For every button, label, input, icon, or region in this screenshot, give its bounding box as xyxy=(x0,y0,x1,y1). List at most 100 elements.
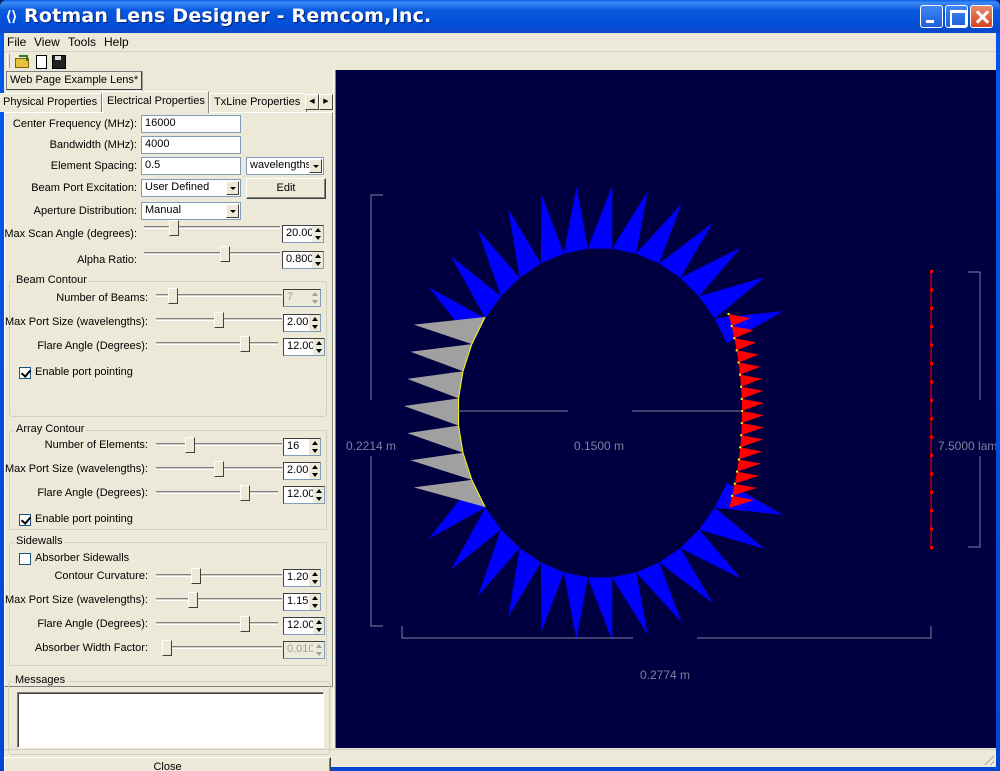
center-frequency-input[interactable]: 16000 xyxy=(141,115,241,133)
close-window-button[interactable] xyxy=(970,5,993,28)
beam-max-port-size-spinner[interactable]: 2.00 xyxy=(283,314,321,332)
sidewall-max-port-size-slider[interactable] xyxy=(156,590,282,610)
sidewall-port xyxy=(540,194,564,264)
width-dimension-right xyxy=(697,626,932,639)
slider-thumb[interactable] xyxy=(214,461,224,477)
slider-thumb[interactable] xyxy=(162,640,172,656)
aperture-element xyxy=(930,288,933,292)
array-port xyxy=(737,459,761,472)
number-of-beams-spinner[interactable]: 7 xyxy=(283,289,321,307)
spin-arrows-icon[interactable] xyxy=(312,226,323,242)
beam-flare-angle-slider[interactable] xyxy=(156,334,278,354)
tab-txline-properties[interactable]: TxLine Properties xyxy=(209,93,307,112)
chevron-down-icon[interactable] xyxy=(226,181,239,195)
beam-flare-angle-spinner[interactable]: 12.00 xyxy=(283,338,325,356)
slider-thumb[interactable] xyxy=(240,485,250,501)
sidewall-max-port-size-spinner[interactable]: 1.15 xyxy=(283,593,321,611)
sidewall-flare-angle-slider[interactable] xyxy=(156,614,278,634)
element-spacing-unit-value: wavelengths xyxy=(250,159,312,171)
spin-arrows-icon[interactable] xyxy=(313,618,324,634)
spin-arrows-icon[interactable] xyxy=(313,339,324,355)
resize-grip[interactable] xyxy=(982,753,994,765)
minimize-button[interactable] xyxy=(920,5,943,28)
array-port-marker xyxy=(739,373,742,376)
slider-thumb[interactable] xyxy=(190,568,201,584)
number-of-beams-slider[interactable] xyxy=(156,286,282,306)
number-of-elements-spinner[interactable]: 16 xyxy=(283,438,321,456)
array-port-marker xyxy=(739,446,742,449)
chevron-down-icon[interactable] xyxy=(309,159,322,173)
beam-port-excitation-label: Beam Port Excitation: xyxy=(31,182,137,194)
open-icon[interactable] xyxy=(14,54,29,68)
absorber-width-factor-slider[interactable] xyxy=(162,638,282,658)
element-spacing-input[interactable]: 0.5 xyxy=(141,157,241,175)
spin-arrows-icon[interactable] xyxy=(309,315,320,331)
menu-file[interactable]: File xyxy=(7,35,26,49)
spin-arrows-icon[interactable] xyxy=(312,252,323,268)
slider-track xyxy=(156,491,278,494)
slider-thumb[interactable] xyxy=(169,220,180,236)
slider-thumb[interactable] xyxy=(219,246,230,262)
max-scan-angle-spinner[interactable]: 20.00 xyxy=(282,225,324,243)
array-port-marker xyxy=(740,385,743,388)
sidewall-flare-angle-value: 12.00 xyxy=(287,619,315,631)
chevron-down-icon[interactable] xyxy=(226,204,239,218)
menu-tools[interactable]: Tools xyxy=(68,35,96,49)
tab-scroll-left-button[interactable]: ◀ xyxy=(305,94,319,110)
tab-electrical-properties[interactable]: Electrical Properties xyxy=(102,91,209,113)
bandwidth-input[interactable]: 4000 xyxy=(141,136,241,154)
save-icon[interactable] xyxy=(51,54,66,69)
sidewall-flare-angle-spinner[interactable]: 12.00 xyxy=(283,617,325,635)
alpha-ratio-spinner[interactable]: 0.800 xyxy=(282,251,324,269)
spin-arrows-icon[interactable] xyxy=(313,487,324,503)
spin-arrows-icon[interactable] xyxy=(309,594,320,610)
spin-arrows-icon[interactable] xyxy=(309,463,320,479)
contour-curvature-slider[interactable] xyxy=(156,566,282,586)
title-bar[interactable]: ⟨⟩ Rotman Lens Designer - Remcom,Inc. xyxy=(0,0,1000,33)
tab-scroll-right-button[interactable]: ▶ xyxy=(319,94,333,110)
slider-thumb[interactable] xyxy=(185,437,195,453)
center-frequency-label: Center Frequency (MHz): xyxy=(12,118,137,130)
array-max-port-size-spinner[interactable]: 2.00 xyxy=(283,462,321,480)
beam-enable-port-pointing-label: Enable port pointing xyxy=(35,366,133,378)
contour-curvature-spinner[interactable]: 1.20 xyxy=(283,569,321,587)
toolbar-grip[interactable] xyxy=(7,54,10,68)
slider-thumb[interactable] xyxy=(188,592,199,608)
element-spacing-unit-select[interactable]: wavelengths xyxy=(246,157,324,175)
array-flare-angle-slider[interactable] xyxy=(156,483,278,503)
slider-thumb[interactable] xyxy=(240,336,250,352)
menu-view[interactable]: View xyxy=(34,35,60,49)
max-scan-angle-slider[interactable] xyxy=(144,218,280,238)
new-icon[interactable] xyxy=(33,54,48,69)
spin-arrows-icon[interactable] xyxy=(309,439,320,455)
menu-help[interactable]: Help xyxy=(104,35,129,49)
document-tab[interactable]: Web Page Example Lens* xyxy=(6,71,142,90)
slider-thumb[interactable] xyxy=(240,616,250,632)
maximize-button[interactable] xyxy=(945,5,968,28)
max-scan-angle-value: 20.00 xyxy=(286,227,314,239)
slider-thumb[interactable] xyxy=(167,288,178,304)
absorber-sidewalls-checkbox[interactable] xyxy=(19,553,31,565)
sidewall-port xyxy=(587,577,613,641)
tab-physical-properties[interactable]: Physical Properties xyxy=(0,93,102,112)
spin-arrows-icon[interactable] xyxy=(309,290,320,306)
beam-port-excitation-select[interactable]: User Defined xyxy=(141,179,241,197)
array-enable-port-pointing-checkbox[interactable] xyxy=(19,514,31,526)
app-icon: ⟨⟩ xyxy=(6,8,17,24)
beam-enable-port-pointing-checkbox[interactable] xyxy=(19,367,31,379)
array-flare-angle-spinner[interactable]: 12.00 xyxy=(283,486,325,504)
alpha-ratio-slider[interactable] xyxy=(144,244,280,264)
spin-arrows-icon[interactable] xyxy=(313,642,324,658)
beam-max-port-size-slider[interactable] xyxy=(156,310,282,330)
absorber-width-factor-spinner[interactable]: 0.010 xyxy=(283,641,325,659)
lens-canvas[interactable]: 0.2214 m 0.1500 m 0.2774 m 7.5000 lam xyxy=(336,70,997,748)
number-of-elements-slider[interactable] xyxy=(156,435,282,455)
spin-arrows-icon[interactable] xyxy=(309,570,320,586)
slider-thumb[interactable] xyxy=(214,312,224,328)
messages-textarea[interactable] xyxy=(17,692,324,748)
array-port-marker xyxy=(740,422,743,425)
beam-port xyxy=(410,344,472,372)
edit-excitation-button[interactable]: Edit xyxy=(246,178,326,199)
array-max-port-size-slider[interactable] xyxy=(156,459,282,479)
sidewall-flare-angle-label: Flare Angle (Degrees): xyxy=(37,618,148,630)
